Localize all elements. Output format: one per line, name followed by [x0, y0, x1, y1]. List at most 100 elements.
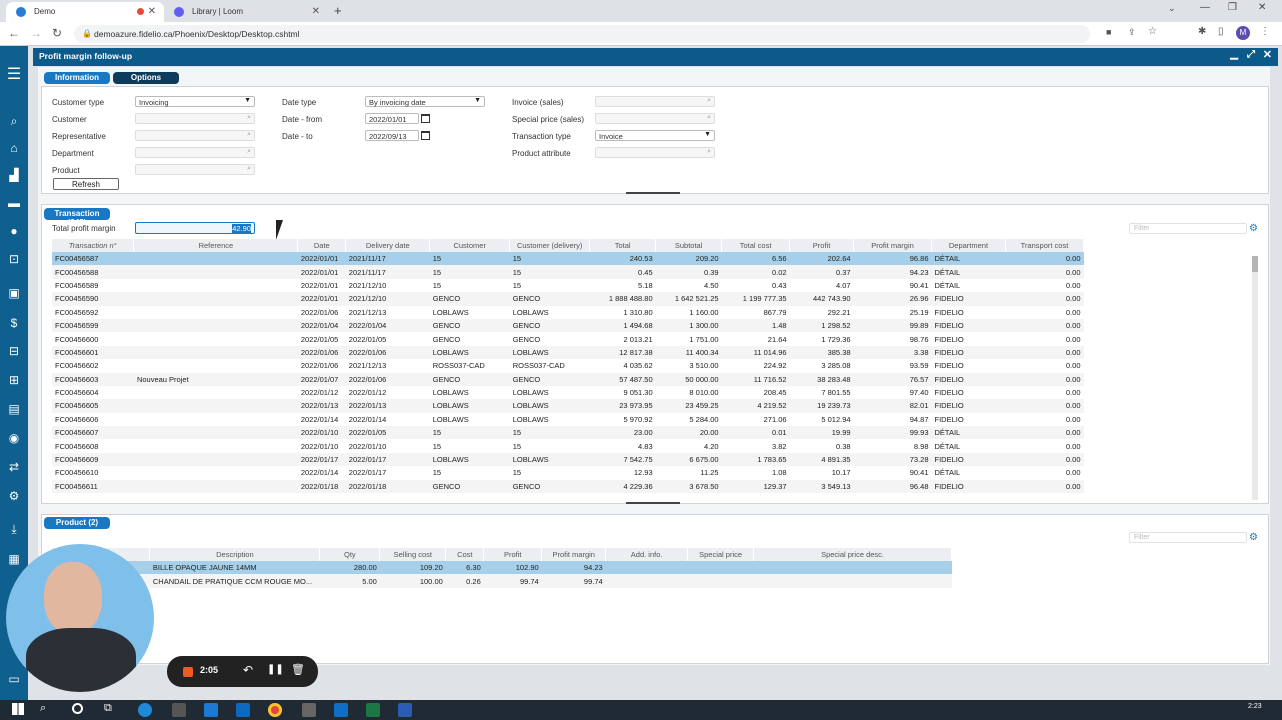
date-to-field[interactable]: 2022/09/13	[365, 130, 430, 141]
table-row[interactable]: FC00456606 2022/01/14 2022/01/14 LOBLAWS LOB…	[52, 413, 1084, 426]
products-filter-input[interactable]: Filter	[1129, 532, 1247, 543]
special-price-sales-field[interactable]: ⌕	[595, 113, 715, 124]
edge-icon[interactable]	[138, 703, 152, 717]
column-header[interactable]: Department	[931, 239, 1006, 252]
cortana-icon[interactable]	[72, 703, 83, 714]
search-icon[interactable]: ⌕	[0, 114, 28, 129]
maximize-panel-icon[interactable]: ⤢	[1247, 49, 1255, 60]
document-icon[interactable]: ▭	[0, 672, 28, 686]
sidepanel-icon[interactable]: ▯	[1218, 26, 1224, 37]
browser-menu-icon[interactable]: ⋮	[1260, 26, 1270, 37]
invoice-dollar-icon[interactable]: $	[0, 316, 28, 330]
cart-icon[interactable]: ⊡	[0, 252, 28, 266]
date-from-field[interactable]: 2022/01/01	[365, 113, 430, 124]
table-row[interactable]: FC00456604 2022/01/12 2022/01/12 LOBLAWS LOB…	[52, 386, 1084, 399]
users-icon[interactable]: ●	[0, 224, 28, 238]
table-row[interactable]: FC00456602 2022/01/06 2021/12/13 ROSS037-CA…	[52, 359, 1084, 372]
total-profit-margin-field[interactable]: 42.90	[135, 222, 255, 234]
splitter-handle[interactable]	[626, 502, 680, 504]
pause-icon[interactable]: ❚❚	[267, 664, 284, 675]
column-header[interactable]: Customer	[429, 239, 511, 252]
search-icon[interactable]: ⌕	[247, 165, 251, 173]
department-field[interactable]: ⌕	[135, 147, 255, 158]
invoice-sales-field[interactable]: ⌕	[595, 96, 715, 107]
new-tab-icon[interactable]: +	[334, 3, 342, 18]
close-tab-icon[interactable]: ✕	[148, 6, 156, 17]
table-row[interactable]: FC00456605 2022/01/13 2022/01/13 LOBLAWS LOB…	[52, 399, 1084, 413]
column-header[interactable]: Transaction n°	[52, 239, 135, 252]
column-header[interactable]: Add. info.	[605, 548, 689, 561]
column-header[interactable]: Delivery date	[345, 239, 431, 252]
customer-field[interactable]: ⌕	[135, 113, 255, 124]
mail-icon[interactable]	[236, 703, 250, 717]
column-header[interactable]: Reference	[133, 239, 299, 252]
table-row[interactable]: FC00456610 2022/01/14 2022/01/17 15 15 12.93 1…	[52, 466, 1084, 479]
search-icon[interactable]: ⌕	[40, 702, 46, 715]
chat-icon[interactable]: ◉	[0, 431, 28, 445]
search-icon[interactable]: ⌕	[707, 114, 711, 122]
contact-card-icon[interactable]: ▣	[0, 286, 28, 300]
close-tab-icon[interactable]: ✕	[312, 6, 320, 17]
settings-icon[interactable]: ⚙	[0, 489, 28, 503]
apps-grid-icon[interactable]: ▦	[0, 552, 28, 566]
table-row[interactable]: FC00456600 2022/01/05 2022/01/05 GENCO GENCO…	[52, 332, 1084, 345]
bookmark-star-icon[interactable]: ☆	[1148, 26, 1157, 37]
column-header[interactable]: Profit margin	[853, 239, 932, 252]
table-row[interactable]: FC00456590 2022/01/01 2021/12/10 GENCO GENCO…	[52, 292, 1084, 306]
trash-icon[interactable]: 🗑	[291, 663, 305, 676]
minimize-window-icon[interactable]: —	[1200, 2, 1210, 13]
search-icon[interactable]: ⌕	[247, 131, 251, 139]
transaction-type-select[interactable]: Invoice ▼	[595, 130, 715, 141]
store-icon[interactable]	[204, 703, 218, 717]
reload-icon[interactable]: ↻	[52, 26, 62, 40]
close-window-icon[interactable]: ✕	[1258, 2, 1266, 13]
transfer-icon[interactable]: ⇄	[0, 460, 28, 474]
outlook-icon[interactable]	[334, 703, 348, 717]
url-field[interactable]: 🔒 demoazure.fidelio.ca/Phoenix/Desktop/D…	[74, 25, 1090, 43]
excel-icon[interactable]	[366, 703, 380, 717]
column-header[interactable]: Subtotal	[655, 239, 723, 252]
minimize-panel-icon[interactable]: ▁	[1230, 49, 1238, 60]
refresh-button[interactable]: Refresh	[53, 178, 119, 190]
table-row[interactable]: FC00456589 2022/01/01 2021/12/10 15 15 5.18 4.…	[52, 279, 1084, 292]
app-icon[interactable]	[302, 703, 316, 717]
column-header[interactable]: Date	[297, 239, 347, 252]
table-row[interactable]: FC00456609 2022/01/17 2022/01/17 LOBLAWS LOB…	[52, 452, 1084, 467]
download-icon[interactable]: ⤓	[0, 522, 28, 537]
browser-tab-loom[interactable]: Library | Loom ✕	[164, 2, 328, 22]
splitter-handle[interactable]	[626, 192, 680, 194]
table-row[interactable]: FC00456607 2022/01/10 2022/01/05 15 15 23.00 2…	[52, 426, 1084, 440]
forward-icon[interactable]: →	[30, 26, 42, 40]
table-row[interactable]: FC00456587 2022/01/01 2021/11/17 15 15 240.53…	[52, 252, 1084, 266]
search-icon[interactable]: ⌕	[247, 114, 251, 122]
column-header[interactable]: Qty	[319, 548, 381, 561]
chrome-icon[interactable]	[268, 703, 282, 717]
table-row[interactable]: FC00456608 2022/01/10 2022/01/10 15 15 4.83 4.…	[52, 439, 1084, 452]
search-icon[interactable]: ⌕	[707, 148, 711, 156]
column-header[interactable]: Total cost	[721, 239, 791, 252]
file-explorer-icon[interactable]	[172, 703, 186, 717]
transactions-scrollbar[interactable]	[1252, 256, 1258, 500]
column-header[interactable]: Transport cost	[1005, 239, 1084, 252]
customer-type-select[interactable]: Invoicing ▼	[135, 96, 255, 107]
calendar-icon[interactable]	[421, 114, 430, 123]
stop-recording-icon[interactable]	[183, 667, 193, 677]
product-attribute-field[interactable]: ⌕	[595, 147, 715, 158]
column-header[interactable]: Special price desc.	[753, 548, 952, 561]
representative-field[interactable]: ⌕	[135, 130, 255, 141]
loom-camera-bubble[interactable]	[6, 544, 154, 692]
table-row[interactable]: FC00456599 2022/01/04 2022/01/04 GENCO GENCO…	[52, 318, 1084, 333]
gear-icon[interactable]: ⚙	[1249, 532, 1258, 543]
column-header[interactable]: Profit margin	[541, 548, 607, 561]
task-view-icon[interactable]: ⧉	[104, 702, 112, 715]
tab-information[interactable]: Information	[44, 72, 110, 84]
table-row[interactable]: FC00456601 2022/01/06 2022/01/06 LOBLAWS LOB…	[52, 345, 1084, 360]
tab-options[interactable]: Options	[113, 72, 179, 84]
column-header[interactable]: Profit	[789, 239, 855, 252]
table-row[interactable]: FC00456603 Nouveau Projet 2022/01/07 2022/0…	[52, 372, 1084, 386]
extensions-icon[interactable]: ✱	[1198, 26, 1206, 37]
restore-window-icon[interactable]: ❐	[1228, 2, 1237, 13]
column-header[interactable]: Total	[589, 239, 657, 252]
transactions-filter-input[interactable]: Filter	[1129, 223, 1247, 234]
table-row[interactable]: FC00456592 2022/01/06 2021/12/13 LOBLAWS LOB…	[52, 306, 1084, 319]
